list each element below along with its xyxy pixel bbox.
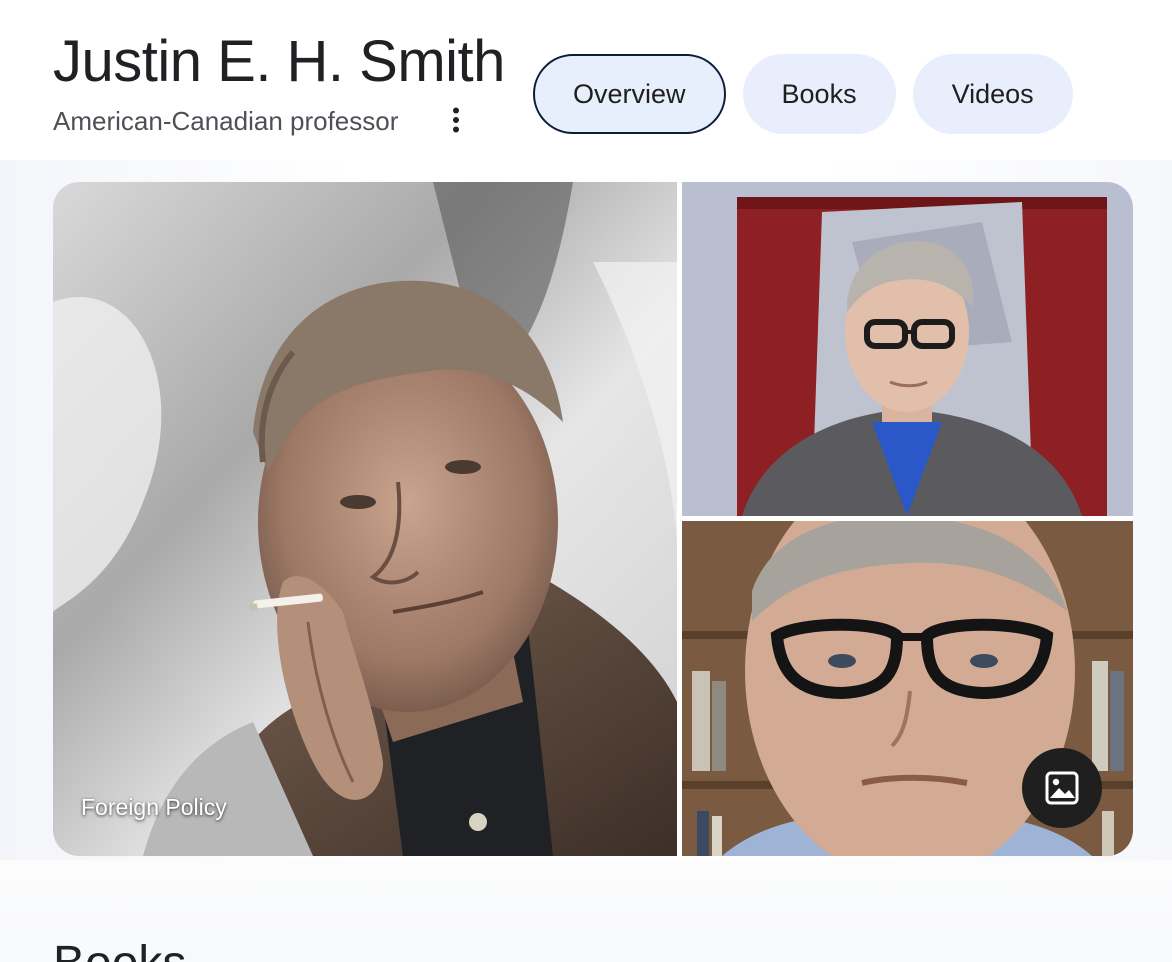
- tab-bar: Overview Books Videos: [533, 54, 1073, 134]
- secondary-portrait-image[interactable]: [682, 182, 1133, 516]
- tab-overview[interactable]: Overview: [533, 54, 726, 134]
- books-section-heading: Books: [53, 936, 186, 962]
- image-gallery: Foreign Policy: [53, 182, 1133, 856]
- more-options-button[interactable]: [438, 100, 474, 140]
- portrait-photo: [53, 182, 677, 856]
- knowledge-panel: Justin E. H. Smith American-Canadian pro…: [0, 0, 1172, 962]
- entity-subtitle: American-Canadian professor: [53, 106, 399, 136]
- tab-videos[interactable]: Videos: [912, 54, 1073, 134]
- tab-books[interactable]: Books: [742, 54, 896, 134]
- image-icon: [1045, 771, 1079, 805]
- view-images-button[interactable]: [1022, 748, 1102, 828]
- main-portrait-image[interactable]: Foreign Policy: [53, 182, 677, 856]
- entity-title: Justin E. H. Smith: [53, 29, 505, 94]
- image-source-caption: Foreign Policy: [81, 794, 227, 820]
- more-vert-icon: [453, 107, 459, 133]
- portrait-photo-2: [682, 182, 1133, 516]
